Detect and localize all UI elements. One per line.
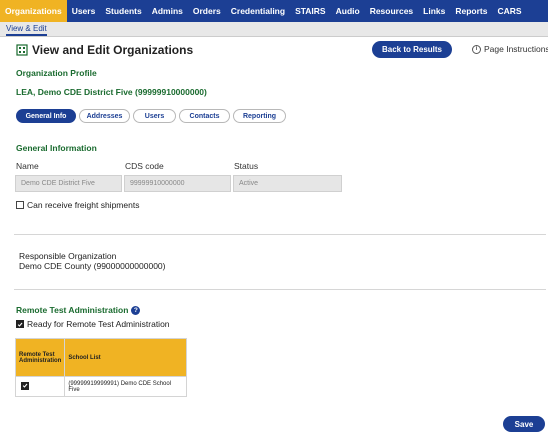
organization-profile-heading: Organization Profile: [16, 68, 97, 78]
save-button[interactable]: Save: [503, 416, 545, 432]
building-icon: [16, 44, 28, 56]
cds-code-field[interactable]: 99999910000000: [124, 175, 231, 192]
table-cell-checkbox: [14, 376, 66, 397]
column-header-remote-test: Remote Test Administration: [14, 338, 66, 377]
cds-code-label: CDS code: [125, 161, 164, 171]
sub-tab-view-edit[interactable]: View & Edit: [6, 24, 47, 36]
remote-ready-checkbox[interactable]: [16, 320, 24, 328]
back-to-results-button[interactable]: Back to Results: [372, 41, 452, 58]
school-checkbox[interactable]: [21, 381, 29, 390]
remote-test-heading: Remote Test Administration ?: [16, 305, 141, 315]
divider: [14, 289, 546, 290]
name-field[interactable]: Demo CDE District Five: [15, 175, 122, 192]
responsible-organization-value: Demo CDE County (99000000000000): [19, 261, 166, 271]
nav-item-users[interactable]: Users: [67, 0, 101, 22]
nav-item-audio[interactable]: Audio: [331, 0, 365, 22]
checkmark-icon: [22, 383, 28, 389]
name-label: Name: [16, 161, 39, 171]
page-title-text: View and Edit Organizations: [32, 43, 194, 57]
organization-name: LEA, Demo CDE District Five (99999910000…: [16, 87, 207, 97]
nav-item-stairs[interactable]: STAIRS: [290, 0, 331, 22]
sub-nav: View & Edit: [0, 22, 548, 37]
tab-addresses[interactable]: Addresses: [79, 109, 130, 123]
status-label: Status: [234, 161, 259, 171]
nav-item-resources[interactable]: Resources: [365, 0, 418, 22]
page-instructions-link[interactable]: i Page Instructions: [472, 44, 548, 54]
nav-item-credentialing[interactable]: Credentialing: [226, 0, 290, 22]
table-header-row: Remote Test Administration School List: [14, 338, 187, 377]
checkmark-icon: [17, 322, 23, 327]
tab-general-info[interactable]: General Info: [16, 109, 76, 123]
nav-item-organizations[interactable]: Organizations: [0, 0, 67, 22]
profile-tabs: General Info Addresses Users Contacts Re…: [16, 109, 286, 123]
tab-contacts[interactable]: Contacts: [179, 109, 230, 123]
freight-checkbox-row: Can receive freight shipments: [16, 200, 139, 210]
divider: [14, 234, 546, 235]
tab-reporting[interactable]: Reporting: [233, 109, 286, 123]
help-icon[interactable]: ?: [131, 305, 141, 315]
status-field[interactable]: Active: [233, 175, 342, 192]
nav-item-links[interactable]: Links: [418, 0, 450, 22]
remote-ready-label: Ready for Remote Test Administration: [27, 319, 170, 329]
remote-test-heading-text: Remote Test Administration: [16, 305, 129, 315]
info-icon: i: [472, 44, 481, 54]
nav-item-reports[interactable]: Reports: [450, 0, 492, 22]
remote-test-table: Remote Test Administration School List (…: [14, 338, 187, 397]
page-instructions-label: Page Instructions: [484, 44, 548, 54]
general-information-heading: General Information: [16, 143, 97, 153]
freight-checkbox[interactable]: [16, 201, 24, 209]
nav-item-students[interactable]: Students: [100, 0, 146, 22]
nav-item-admins[interactable]: Admins: [147, 0, 188, 22]
remote-ready-row: Ready for Remote Test Administration: [16, 319, 170, 329]
table-row: (99999919999991) Demo CDE School Five: [14, 376, 187, 397]
page-title: View and Edit Organizations: [16, 43, 193, 57]
nav-item-orders[interactable]: Orders: [188, 0, 226, 22]
nav-item-cars[interactable]: CARS: [492, 0, 526, 22]
table-cell-school: (99999919999991) Demo CDE School Five: [64, 376, 187, 397]
freight-checkbox-label: Can receive freight shipments: [27, 200, 140, 210]
tab-users[interactable]: Users: [133, 109, 176, 123]
column-header-school-list: School List: [64, 338, 187, 377]
top-nav: Organizations Users Students Admins Orde…: [0, 0, 548, 22]
responsible-organization-label: Responsible Organization: [19, 251, 117, 261]
